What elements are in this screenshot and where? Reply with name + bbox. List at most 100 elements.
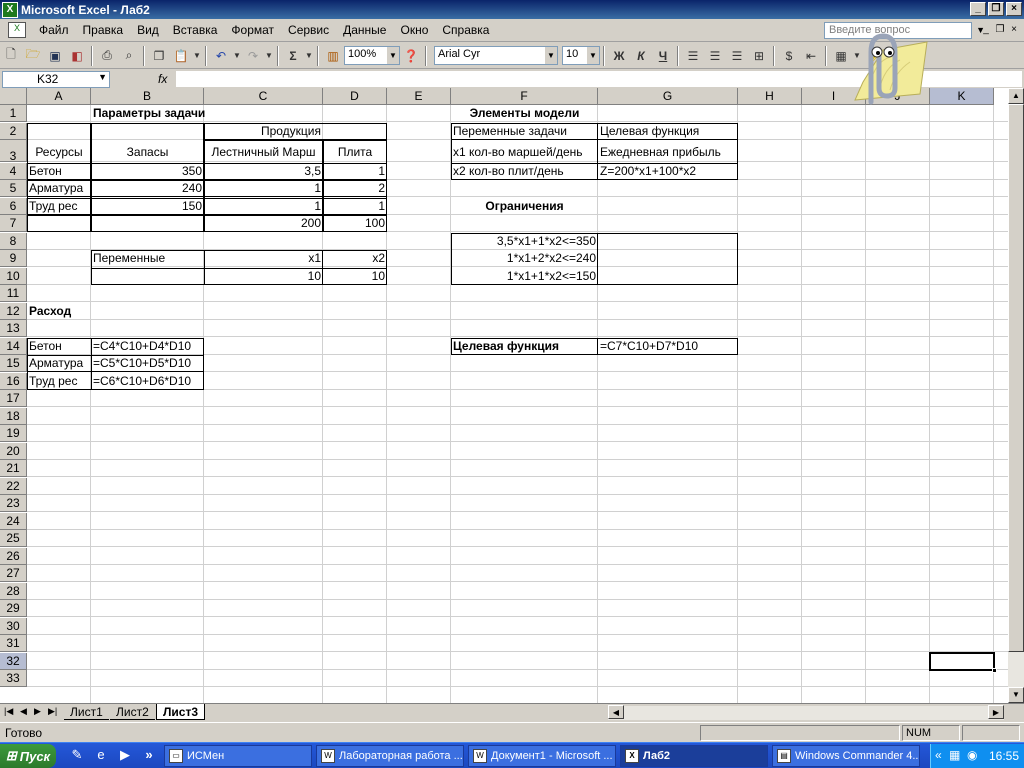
- cell-f4[interactable]: x2 кол-во плит/день: [451, 163, 598, 180]
- row-header-10[interactable]: 10: [0, 267, 27, 285]
- quicklaunch-tool-icon[interactable]: ✎: [68, 747, 86, 765]
- row-header-25[interactable]: 25: [0, 530, 27, 547]
- first-sheet-icon[interactable]: |◀: [4, 706, 13, 717]
- cell-c10[interactable]: 10: [204, 268, 323, 285]
- cell-b1[interactable]: Параметры задачи: [91, 105, 323, 122]
- cell-a6[interactable]: Труд рес: [27, 198, 91, 215]
- chevron-down-icon[interactable]: ▼: [264, 45, 274, 67]
- row-header-21[interactable]: 21: [0, 460, 27, 477]
- row-header-16[interactable]: 16: [0, 372, 27, 390]
- chevron-down-icon[interactable]: ▼: [98, 72, 107, 82]
- cell-b15[interactable]: =C5*C10+D5*D10: [91, 355, 204, 372]
- doc-restore-button[interactable]: ❐: [994, 24, 1006, 36]
- cell-f8[interactable]: 3,5*x1+1*x2<=350: [451, 233, 598, 250]
- row-header-6[interactable]: 6: [0, 197, 27, 215]
- cell-c7[interactable]: 200: [204, 215, 323, 232]
- column-header-k[interactable]: K: [930, 88, 994, 105]
- column-header-b[interactable]: B: [91, 88, 204, 105]
- office-assistant-clippy[interactable]: [835, 22, 935, 112]
- row-header-32[interactable]: 32: [0, 652, 27, 670]
- currency-icon[interactable]: $: [778, 45, 800, 67]
- cell-c6[interactable]: 1: [204, 198, 323, 215]
- sheet-tab-list2[interactable]: Лист2: [110, 704, 155, 720]
- scroll-left-icon[interactable]: ◀: [608, 705, 624, 719]
- task-lab2[interactable]: X Лаб2: [620, 745, 768, 767]
- open-folder-icon[interactable]: 🗁: [22, 45, 44, 67]
- tray-expand-icon[interactable]: «: [935, 748, 942, 762]
- cell-f10[interactable]: 1*x1+1*x2<=150: [451, 268, 598, 285]
- cell-d7[interactable]: 100: [323, 215, 387, 232]
- autosum-icon[interactable]: Σ: [282, 45, 304, 67]
- insert-function-icon[interactable]: fx: [158, 72, 167, 86]
- row-header-4[interactable]: 4: [0, 162, 27, 180]
- row-header-1[interactable]: 1: [0, 105, 27, 122]
- task-lab-work[interactable]: W Лабораторная работа ...: [316, 745, 464, 767]
- cell-c5[interactable]: 1: [204, 180, 323, 197]
- cell-a12[interactable]: Расход: [27, 303, 91, 320]
- scroll-up-icon[interactable]: ▲: [1008, 88, 1024, 104]
- cell-d9[interactable]: x2: [323, 250, 387, 267]
- row-header-13[interactable]: 13: [0, 320, 27, 337]
- align-right-icon[interactable]: ☰: [726, 45, 748, 67]
- italic-icon[interactable]: К: [630, 45, 652, 67]
- column-header-a[interactable]: A: [27, 88, 91, 105]
- column-header-f[interactable]: F: [451, 88, 598, 105]
- cell-b14[interactable]: =C4*C10+D4*D10: [91, 338, 204, 355]
- cell-b4[interactable]: 350: [91, 163, 204, 180]
- cell-a5[interactable]: Арматура: [27, 180, 91, 197]
- row-header-14[interactable]: 14: [0, 337, 27, 355]
- horizontal-scrollbar[interactable]: ◀ ▶: [608, 705, 1004, 720]
- menu-insert[interactable]: Вставка: [166, 23, 225, 37]
- cell-b16[interactable]: =C6*C10+D6*D10: [91, 373, 204, 390]
- row-header-15[interactable]: 15: [0, 355, 27, 372]
- row-header-19[interactable]: 19: [0, 425, 27, 442]
- row-header-7[interactable]: 7: [0, 215, 27, 232]
- cell-c2[interactable]: Продукция: [204, 123, 323, 140]
- prev-sheet-icon[interactable]: ◀: [20, 706, 27, 717]
- chevron-down-icon[interactable]: ▼: [587, 47, 599, 64]
- cell-b5[interactable]: 240: [91, 180, 204, 197]
- chart-wizard-icon[interactable]: ▥: [322, 45, 344, 67]
- vertical-scrollbar[interactable]: ▲ ▼: [1008, 88, 1024, 703]
- column-header-e[interactable]: E: [387, 88, 451, 105]
- column-header-g[interactable]: G: [598, 88, 738, 105]
- chevron-down-icon[interactable]: ▼: [387, 47, 399, 64]
- chevron-down-icon[interactable]: ▼: [545, 47, 557, 64]
- cell-a15[interactable]: Арматура: [27, 355, 91, 372]
- cell-c4[interactable]: 3,5: [204, 163, 323, 180]
- task-ismen[interactable]: ▭ ИСМен: [164, 745, 312, 767]
- row-header-18[interactable]: 18: [0, 407, 27, 425]
- excel-app-icon[interactable]: X: [2, 1, 18, 18]
- last-sheet-icon[interactable]: ▶|: [48, 706, 57, 717]
- new-document-icon[interactable]: 🗋: [0, 45, 22, 67]
- row-header-28[interactable]: 28: [0, 582, 27, 600]
- menu-view[interactable]: Вид: [130, 23, 166, 37]
- menu-data[interactable]: Данные: [336, 23, 393, 37]
- save-icon[interactable]: ▣: [44, 45, 66, 67]
- row-header-31[interactable]: 31: [0, 635, 27, 652]
- permission-icon[interactable]: ◧: [66, 45, 88, 67]
- row-header-5[interactable]: 5: [0, 180, 27, 197]
- cell-g2[interactable]: Целевая функция: [598, 123, 738, 140]
- row-header-23[interactable]: 23: [0, 495, 27, 512]
- decrease-indent-icon[interactable]: ⇤: [800, 45, 822, 67]
- row-header-30[interactable]: 30: [0, 617, 27, 635]
- print-preview-icon[interactable]: ⌕: [118, 45, 140, 67]
- row-header-29[interactable]: 29: [0, 600, 27, 617]
- scroll-right-icon[interactable]: ▶: [988, 705, 1004, 719]
- sheet-tab-list1[interactable]: Лист1: [64, 704, 109, 720]
- internet-explorer-icon[interactable]: e: [92, 747, 110, 765]
- sheet-tab-list3[interactable]: Лист3: [156, 704, 206, 720]
- quicklaunch-more-icon[interactable]: »: [140, 747, 158, 765]
- next-sheet-icon[interactable]: ▶: [34, 706, 41, 717]
- select-all-corner[interactable]: [0, 88, 27, 105]
- menu-tools[interactable]: Сервис: [281, 23, 336, 37]
- media-player-icon[interactable]: ▶: [116, 747, 134, 765]
- row-header-26[interactable]: 26: [0, 547, 27, 565]
- cell-g14[interactable]: =C7*C10+D7*D10: [598, 338, 738, 355]
- menu-format[interactable]: Формат: [224, 23, 281, 37]
- align-center-icon[interactable]: ☰: [704, 45, 726, 67]
- row-header-8[interactable]: 8: [0, 232, 27, 250]
- row-header-17[interactable]: 17: [0, 390, 27, 407]
- row-header-20[interactable]: 20: [0, 442, 27, 460]
